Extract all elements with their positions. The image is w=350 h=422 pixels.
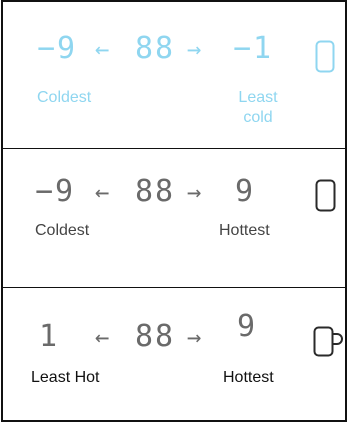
arrow-left-icon: ← (95, 178, 110, 206)
glass-icon (315, 40, 335, 73)
min-value-display: 1 (39, 319, 60, 354)
least-hot-label: Least Hot (31, 369, 100, 386)
coldest-label: Coldest (35, 222, 90, 239)
full-range-panel: −9 ← 88 → 9 Coldest Hottest (1, 148, 347, 288)
center-value-display: 88 (135, 174, 176, 209)
least-cold-label-line1: Least (238, 89, 278, 106)
min-value-display: −9 (35, 174, 76, 209)
center-value-display: 88 (135, 31, 176, 66)
max-value-display: 9 (237, 309, 258, 344)
arrow-right-icon: → (187, 178, 202, 206)
least-cold-label: Least cold (223, 88, 293, 128)
least-cold-label-line2: cold (243, 109, 273, 126)
hot-range-panel: 1 ← 88 → 9 Least Hot Hottest (1, 287, 347, 422)
arrow-right-icon: → (187, 35, 202, 63)
max-value-display: −1 (233, 31, 274, 66)
coldest-label: Coldest (37, 89, 92, 106)
min-value-display: −9 (37, 31, 78, 66)
hottest-label: Hottest (219, 222, 270, 239)
glass-icon (315, 179, 336, 212)
max-value-display: 9 (235, 174, 256, 209)
arrow-right-icon: → (187, 323, 202, 351)
hottest-label: Hottest (223, 369, 274, 386)
mug-icon (313, 326, 343, 357)
center-value-display: 88 (135, 319, 176, 354)
arrow-left-icon: ← (95, 35, 110, 63)
arrow-left-icon: ← (95, 323, 110, 351)
cold-range-panel: −9 ← 88 → −1 Coldest Least cold (1, 0, 347, 149)
